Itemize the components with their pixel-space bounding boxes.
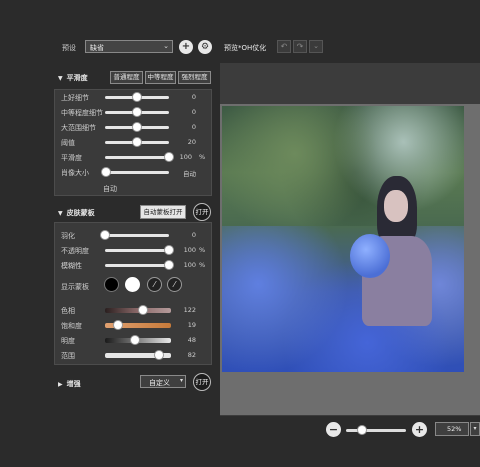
slider-value: 100 <box>183 246 196 254</box>
slider-knob[interactable] <box>164 260 174 270</box>
auto-label: 自动 <box>103 185 117 193</box>
slider-value: 122 <box>183 306 196 314</box>
slider-track[interactable] <box>105 264 169 267</box>
preview-photo <box>222 106 464 372</box>
slider-label: 肖像大小 <box>61 169 89 177</box>
mask-section-header[interactable]: ▼ 皮肤蒙板 <box>58 208 95 218</box>
zoom-out-button[interactable]: − <box>326 422 341 437</box>
slider-label: 饱和度 <box>61 322 82 330</box>
zoom-knob[interactable] <box>357 425 367 435</box>
slider-value: 0 <box>191 231 196 239</box>
slider-value: 0 <box>191 123 196 131</box>
slider-label: 明度 <box>61 337 75 345</box>
slider-track[interactable] <box>105 156 169 159</box>
slider-knob[interactable] <box>132 92 142 102</box>
slider-label: 平滑度 <box>61 154 82 162</box>
slider-knob[interactable] <box>132 107 142 117</box>
add-preset-button[interactable]: + <box>179 40 193 54</box>
slider-unit: % <box>199 153 206 161</box>
medium-level-button[interactable]: 中等程度 <box>145 71 176 84</box>
slider-label: 色相 <box>61 307 75 315</box>
strong-level-button[interactable]: 强烈程度 <box>178 71 211 84</box>
redo-button[interactable]: ↷ <box>293 40 307 53</box>
auto-mask-button[interactable]: 自动蒙板打开 <box>140 205 186 219</box>
slider-unit: % <box>199 246 206 254</box>
slider-knob[interactable] <box>132 137 142 147</box>
history-dropdown-button[interactable]: ⌄ <box>309 40 323 53</box>
zoom-value: 52% <box>447 425 462 433</box>
enhance-toggle-button[interactable]: 打开 <box>193 373 211 391</box>
slider-label: 模糊性 <box>61 262 82 270</box>
slider-value: 82 <box>187 351 196 359</box>
slider-track[interactable] <box>105 249 169 252</box>
mask-white-swatch[interactable] <box>125 277 140 292</box>
enhance-select[interactable]: 自定义 ▾ <box>140 375 186 388</box>
eyedropper-plus-icon[interactable]: ⁄ <box>167 277 182 292</box>
slider-knob[interactable] <box>100 230 110 240</box>
enhance-select-value: 自定义 <box>149 379 170 387</box>
mask-black-swatch[interactable] <box>104 277 119 292</box>
slider-unit: % <box>199 261 206 269</box>
preset-select[interactable]: 缺省 ⌄ <box>85 40 173 53</box>
slider-label: 上好细节 <box>61 94 89 102</box>
slider-label: 范围 <box>61 352 75 360</box>
eyedropper-icon[interactable]: ⁄ <box>147 277 162 292</box>
slider-value: 自动 <box>183 170 196 178</box>
expanded-triangle-icon: ▼ <box>58 210 63 217</box>
chevron-down-icon: ▾ <box>179 377 183 384</box>
enhance-title: 增强 <box>66 380 81 388</box>
zoom-in-button[interactable]: + <box>412 422 427 437</box>
preset-label: 预设 <box>62 44 76 52</box>
slider-label: 中等程度细节 <box>61 109 103 117</box>
chevron-down-icon: ⌄ <box>163 42 169 50</box>
smoothing-title: 平滑度 <box>66 74 88 82</box>
slider-knob[interactable] <box>164 245 174 255</box>
slider-value: 48 <box>187 336 196 344</box>
slider-knob[interactable] <box>164 152 174 162</box>
slider-value: 100 <box>179 153 192 161</box>
slider-knob[interactable] <box>132 122 142 132</box>
slider-value: 100 <box>183 261 196 269</box>
slider-track[interactable] <box>105 171 169 174</box>
person-face <box>384 190 408 222</box>
preview-label: 预览*OH仗化 <box>224 44 267 52</box>
enhance-section-header[interactable]: ▶ 增强 <box>58 379 81 389</box>
slider-label: 羽化 <box>61 232 75 240</box>
normal-level-button[interactable]: 普通程度 <box>110 71 143 84</box>
slider-value: 19 <box>187 321 196 329</box>
mask-title: 皮肤蒙板 <box>66 209 95 217</box>
mask-toggle-button[interactable]: 打开 <box>193 203 211 221</box>
expanded-triangle-icon: ▼ <box>58 75 63 82</box>
zoom-dropdown-button[interactable]: ▾ <box>470 422 480 436</box>
slider-label: 阈值 <box>61 139 75 147</box>
preset-select-value: 缺省 <box>90 44 104 52</box>
slider-label: 不透明度 <box>61 247 89 255</box>
slider-value: 20 <box>187 138 196 146</box>
show-mask-label: 显示蒙板 <box>61 283 89 291</box>
undo-button[interactable]: ↶ <box>277 40 291 53</box>
slider-label: 大范围细节 <box>61 124 96 132</box>
slider-value: 0 <box>191 108 196 116</box>
zoom-field[interactable]: 52% <box>435 422 469 436</box>
balloon-shape <box>350 234 390 278</box>
slider-track[interactable] <box>105 234 169 237</box>
gear-icon[interactable]: ⚙ <box>198 40 212 54</box>
slider-value: 0 <box>191 93 196 101</box>
smoothing-section-header[interactable]: ▼ 平滑度 <box>58 73 88 83</box>
collapsed-triangle-icon: ▶ <box>58 381 63 388</box>
zoom-track[interactable] <box>346 429 406 432</box>
